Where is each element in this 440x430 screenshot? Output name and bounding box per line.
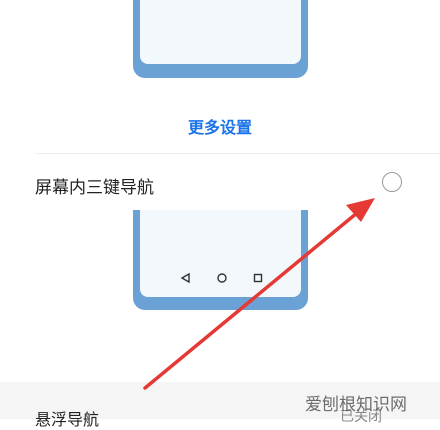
red-arrow-annotation — [143, 198, 375, 390]
